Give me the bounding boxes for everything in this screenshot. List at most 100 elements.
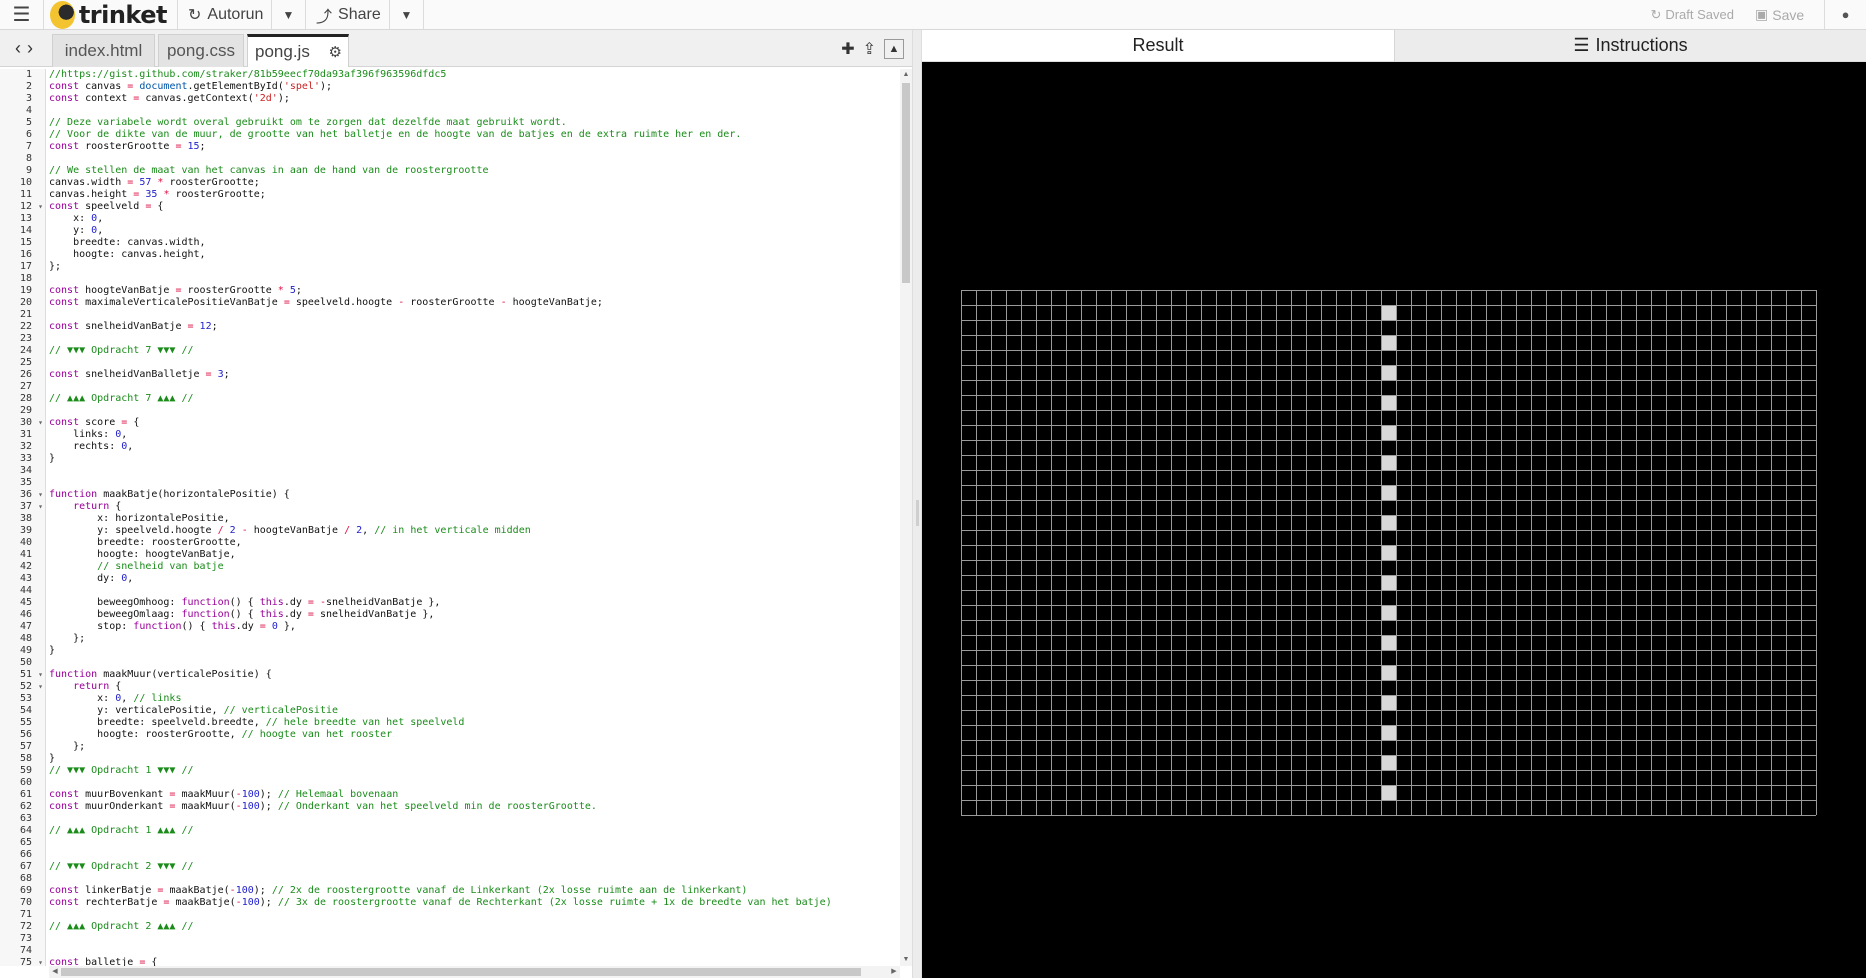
tab-instructions[interactable]: ☰ Instructions <box>1394 30 1866 62</box>
horizontal-scrollbar[interactable]: ◀ ▶ <box>49 966 900 978</box>
code-line: hoogte: roosterGrootte, // hoogte van he… <box>49 729 393 740</box>
save-button[interactable]: ▣ Save <box>1744 0 1824 29</box>
top-toolbar: ☰ trinket ↻ Autorun ▼ ⤴ Share ▼ ↻ Draft … <box>0 0 1866 30</box>
line-number: 4 <box>25 105 32 116</box>
fold-arrow-icon[interactable]: ▾ <box>38 417 43 429</box>
code-line: const linkerBatje = maakBatje(-100); // … <box>49 885 748 896</box>
tab-index-html[interactable]: index.html <box>52 34 155 67</box>
chevron-left-icon[interactable]: ‹ <box>15 38 21 59</box>
tab-pong-js[interactable]: pong.js ⚙ <box>247 34 349 67</box>
line-number: 28 <box>19 393 32 404</box>
line-number: 14 <box>19 225 32 236</box>
line-number: 37 ▾ <box>19 501 43 513</box>
line-number: 26 <box>19 369 32 380</box>
tab-result[interactable]: Result <box>922 30 1394 62</box>
topbar-right-group: ↻ Draft Saved ▣ Save ● <box>1632 0 1866 29</box>
fold-arrow-icon[interactable]: ▾ <box>38 957 43 966</box>
code-line: const rechterBatje = maakBatje(-100); //… <box>49 897 832 908</box>
scrollbar-thumb[interactable] <box>61 968 861 976</box>
scrollbar-thumb[interactable] <box>902 83 910 283</box>
scroll-right-icon[interactable]: ▶ <box>888 966 900 978</box>
code-area[interactable]: //https://gist.github.com/straker/81b59e… <box>49 69 899 966</box>
code-line: y: verticalePositie, // verticalePositie <box>49 705 338 716</box>
scroll-left-icon[interactable]: ◀ <box>49 966 61 978</box>
code-line: }; <box>49 741 86 752</box>
vertical-scrollbar[interactable]: ▲ ▼ <box>900 69 912 966</box>
trinket-logo-icon <box>50 0 75 29</box>
line-number: 44 <box>19 585 32 596</box>
upload-icon[interactable]: ⇪ <box>863 39 876 59</box>
code-line: // snelheid van batje <box>97 561 224 572</box>
line-number: 27 <box>19 381 32 392</box>
fold-arrow-icon[interactable]: ▾ <box>38 201 43 213</box>
line-number: 17 <box>19 261 32 272</box>
line-number: 46 <box>19 609 32 620</box>
chevron-right-icon[interactable]: › <box>27 38 33 59</box>
draft-status: ↻ Draft Saved <box>1632 0 1744 29</box>
line-number-gutter: 1 2 3 4 5 6 7 8 9 10 11 12 ▾ 13 14 15 16 17 18 19 20 21 22 23 24… <box>0 69 46 966</box>
code-line: } <box>49 453 56 464</box>
code-line: const roosterGrootte = 15; <box>49 141 206 152</box>
share-button[interactable]: ⤴ Share <box>306 0 390 29</box>
user-icon: ● <box>1841 7 1850 22</box>
fold-arrow-icon[interactable]: ▾ <box>38 681 43 693</box>
add-file-icon[interactable]: ✚ <box>841 39 854 59</box>
image-icon[interactable]: ▲ <box>884 38 904 59</box>
run-options-dropdown[interactable]: ▼ <box>272 0 306 29</box>
line-number: 7 <box>25 141 32 152</box>
line-number: 3 <box>25 93 32 104</box>
hamburger-menu-icon[interactable]: ☰ <box>0 0 44 29</box>
code-line: const score = { <box>49 417 140 428</box>
line-number: 59 <box>19 765 32 776</box>
pong-game-canvas[interactable] <box>961 290 1817 816</box>
line-number: 63 <box>19 813 32 824</box>
splitter-grip[interactable] <box>916 500 919 526</box>
net-segment <box>1382 756 1396 770</box>
tab-pong-css[interactable]: pong.css <box>158 34 244 67</box>
list-icon: ☰ <box>1573 35 1590 55</box>
pane-splitter[interactable] <box>912 30 922 978</box>
caret-down-icon: ▼ <box>282 7 295 22</box>
refresh-icon: ↻ <box>188 6 202 24</box>
editor-tools: ✚ ⇪ ▲ <box>841 30 904 67</box>
net-segment <box>1382 456 1396 470</box>
line-number: 69 <box>19 885 32 896</box>
line-number: 66 <box>19 849 32 860</box>
net-segment <box>1382 396 1396 410</box>
tab-label: Result <box>1132 35 1184 55</box>
code-line: dy: 0, <box>49 573 134 584</box>
code-line: // ▲▲▲ Opdracht 1 ▲▲▲ // <box>49 825 194 836</box>
code-line: y: speelveld.hoogte / 2 - hoogteVanBatje… <box>49 525 531 536</box>
line-number: 60 <box>19 777 32 788</box>
code-line: function maakBatje(horizontalePositie) { <box>49 489 290 500</box>
line-number: 21 <box>19 309 32 320</box>
net-segment <box>1382 546 1396 560</box>
line-number: 68 <box>19 873 32 884</box>
trinket-logo[interactable]: trinket <box>44 0 178 29</box>
line-number: 1 <box>25 69 32 80</box>
line-number: 47 <box>19 621 32 632</box>
user-menu-button[interactable]: ● <box>1824 0 1866 29</box>
scroll-up-icon[interactable]: ▲ <box>900 69 912 81</box>
gear-icon[interactable]: ⚙ <box>329 43 342 61</box>
fold-arrow-icon[interactable]: ▾ <box>38 501 43 513</box>
line-number: 20 <box>19 297 32 308</box>
scroll-down-icon[interactable]: ▼ <box>900 954 912 966</box>
line-number: 49 <box>19 645 32 656</box>
line-number: 33 <box>19 453 32 464</box>
line-number: 18 <box>19 273 32 284</box>
share-options-dropdown[interactable]: ▼ <box>390 0 424 29</box>
output-tabs: Result ☰ Instructions <box>922 30 1866 62</box>
net-segment <box>1382 486 1396 500</box>
line-number: 70 <box>19 897 32 908</box>
autorun-button[interactable]: ↻ Autorun <box>178 0 272 29</box>
fold-arrow-icon[interactable]: ▾ <box>38 669 43 681</box>
fold-arrow-icon[interactable]: ▾ <box>38 489 43 501</box>
